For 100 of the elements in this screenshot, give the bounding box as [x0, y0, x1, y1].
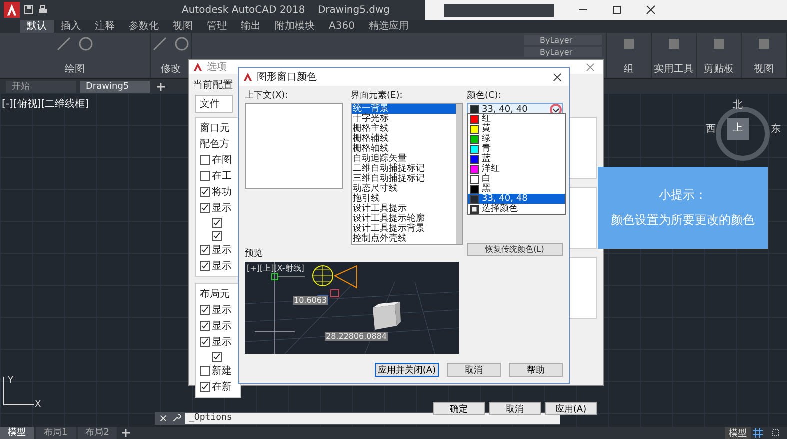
ribbon-tab[interactable]: 输出	[234, 20, 268, 33]
line-tool-icon[interactable]	[152, 36, 168, 52]
ribbon-tab[interactable]: 参数化	[122, 20, 166, 33]
color-option[interactable]: 33, 40, 48	[468, 194, 565, 204]
checkbox[interactable]	[200, 382, 210, 392]
save-icon[interactable]	[24, 5, 34, 15]
panel-label[interactable]: 剪贴板	[704, 62, 734, 76]
circle-tool-icon[interactable]	[174, 36, 190, 52]
checkbox[interactable]	[212, 218, 222, 228]
checkbox[interactable]	[200, 305, 210, 315]
ribbon-tab[interactable]: 管理	[200, 20, 234, 33]
restore-colors-button[interactable]: 恢复传统颜色(L)	[467, 243, 563, 256]
color-option[interactable]: 黄	[468, 124, 565, 134]
context-list[interactable]	[245, 103, 343, 189]
checkbox[interactable]	[200, 366, 210, 376]
ribbon-tab[interactable]: 视图	[166, 20, 200, 33]
close-icon[interactable]	[553, 72, 562, 82]
ribbon-tab[interactable]: 插入	[54, 20, 88, 33]
color-option[interactable]: 选择颜色	[468, 204, 565, 214]
checkbox[interactable]	[200, 337, 210, 347]
checkbox[interactable]	[212, 230, 222, 240]
app-logo-icon[interactable]	[4, 2, 20, 18]
checkbox[interactable]	[200, 155, 210, 165]
model-space-button[interactable]: 模型	[725, 427, 751, 439]
tip-text: 颜色设置为所要更改的颜色	[611, 212, 755, 229]
color-option[interactable]: 白	[468, 174, 565, 184]
dialog-button[interactable]: 应用(A)	[545, 402, 597, 415]
color-option[interactable]: 绿	[468, 134, 565, 144]
options-tab[interactable]: 文件	[195, 95, 233, 113]
list-item[interactable]: 栅格主线	[352, 124, 456, 134]
checkbox-label: 显示	[212, 244, 232, 257]
print-icon[interactable]	[38, 5, 48, 15]
dialog-button[interactable]: 取消	[489, 402, 541, 415]
grid-icon[interactable]	[753, 428, 763, 438]
dialog-button[interactable]: 取消	[447, 363, 501, 377]
checkbox-label: 新建	[212, 364, 232, 378]
viewport-label[interactable]: [-][俯视][二维线框]	[2, 97, 90, 111]
checkbox[interactable]	[200, 187, 210, 197]
dialog-button[interactable]: 帮助	[509, 363, 563, 377]
wrench-icon[interactable]	[172, 414, 181, 423]
panel-label[interactable]: 修改	[161, 62, 181, 76]
checkbox[interactable]	[200, 261, 210, 271]
file-tab[interactable]: 开始	[6, 81, 76, 93]
dialog-button[interactable]: 应用并关闭(A)	[375, 363, 439, 377]
caret-icon[interactable]	[552, 106, 560, 114]
add-layout-icon[interactable]	[121, 428, 132, 438]
layout-tab[interactable]: 布局1	[36, 427, 76, 439]
ribbon-tab[interactable]: 默认	[20, 20, 54, 33]
checkbox[interactable]	[212, 352, 222, 362]
scheme-label: 配色方	[200, 138, 231, 151]
checkbox[interactable]	[200, 171, 210, 181]
list-item[interactable]: 统一背景	[352, 104, 456, 114]
checkbox[interactable]	[200, 245, 210, 255]
layout-tab[interactable]: 布局2	[78, 427, 118, 439]
checkbox[interactable]	[200, 203, 210, 213]
color-option[interactable]: 蓝	[468, 154, 565, 164]
ribbon-tab[interactable]: 附加模块	[268, 20, 322, 33]
color-option[interactable]: 黑	[468, 184, 565, 194]
ribbon-tab[interactable]: 精选应用	[362, 20, 416, 33]
circle-tool-icon[interactable]	[78, 36, 94, 52]
checkbox-label: 显示	[212, 202, 232, 215]
maximize-icon[interactable]	[612, 5, 622, 15]
line-tool-icon[interactable]	[56, 36, 72, 52]
color-option[interactable]: 洋红	[468, 164, 565, 174]
color-option[interactable]: 青	[468, 144, 565, 154]
property-dropdown[interactable]: ByLayer	[524, 47, 602, 57]
checkbox[interactable]	[200, 321, 210, 331]
list-item[interactable]: 设计工具提示	[352, 204, 456, 214]
close-icon[interactable]	[646, 5, 656, 15]
list-item[interactable]: 拖引线	[352, 194, 456, 204]
panel-label[interactable]: 绘图	[65, 62, 85, 76]
viewcube-face[interactable]: 上	[727, 118, 749, 140]
list-item[interactable]: 动态尺寸线	[352, 184, 456, 194]
list-item[interactable]: 三维自动捕捉标记	[352, 174, 456, 184]
dialog-button[interactable]: 确定	[433, 402, 485, 415]
ribbon-tab[interactable]: A360	[322, 20, 362, 33]
color-option[interactable]: 红	[468, 114, 565, 124]
panel-label[interactable]: 组	[624, 62, 634, 76]
checkbox-label: 显示	[212, 260, 232, 273]
panel-label[interactable]: 视图	[754, 62, 774, 76]
list-item[interactable]: 控制点外壳线	[352, 234, 456, 244]
list-item[interactable]: 自动追踪矢量	[352, 154, 456, 164]
layout-tab[interactable]: 模型	[0, 427, 34, 439]
property-dropdown[interactable]: ByLayer	[524, 35, 602, 45]
list-item[interactable]: 设计工具提示轮廓	[352, 214, 456, 224]
ribbon-tab[interactable]: 注释	[88, 20, 122, 33]
group-title: 布局元	[200, 288, 231, 301]
panel-label[interactable]: 实用工具	[654, 62, 694, 76]
list-item[interactable]: 二维自动捕捉标记	[352, 164, 456, 174]
list-item[interactable]: 设计工具提示背景	[352, 224, 456, 234]
tip-title: 小提示：	[659, 187, 707, 204]
search-field[interactable]	[444, 4, 554, 16]
dialog-title: 图形窗口颜色	[257, 70, 317, 84]
list-item[interactable]: 十字光标	[352, 114, 456, 124]
snap-icon[interactable]	[771, 428, 781, 438]
add-tab-icon[interactable]	[156, 82, 166, 92]
scrollbar[interactable]	[456, 104, 462, 244]
list-item[interactable]: 栅格辅线	[352, 134, 456, 144]
file-tab[interactable]: Drawing5	[80, 81, 150, 93]
list-item[interactable]: 栅格轴线	[352, 144, 456, 154]
